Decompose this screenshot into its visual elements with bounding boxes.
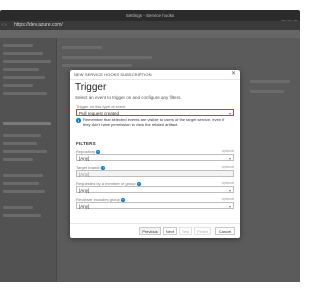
- filters-heading: FILTERS: [76, 141, 96, 146]
- sidebar-item[interactable]: [3, 92, 47, 95]
- close-icon[interactable]: ✕: [230, 71, 237, 78]
- sidebar-item[interactable]: [3, 182, 39, 185]
- reviewer-group-value: [Any]: [79, 204, 90, 209]
- sidebar-item[interactable]: [3, 68, 39, 71]
- chevron-down-icon: ▾: [228, 188, 231, 193]
- dialog-header-title: NEW SERVICE HOOKS SUBSCRIPTION: [74, 72, 152, 77]
- requested-by-group-value: [Any]: [79, 188, 90, 193]
- optional-text: optional: [221, 197, 234, 201]
- target-branch-select: [Any]: [76, 170, 234, 177]
- window-controls: [280, 12, 298, 25]
- sidebar-item[interactable]: [3, 214, 41, 217]
- sidebar-item[interactable]: [3, 76, 45, 79]
- dialog-subtitle: Select an event to trigger on and config…: [75, 95, 182, 100]
- info-icon: i: [76, 118, 81, 123]
- sidebar-item[interactable]: [3, 44, 33, 47]
- sidebar-item[interactable]: [3, 190, 45, 193]
- reviewer-group-select[interactable]: [Any] ▾: [76, 202, 234, 209]
- optional-text: optional: [221, 181, 234, 185]
- sidebar-item[interactable]: [3, 206, 33, 209]
- chevron-down-icon: ▾: [228, 156, 231, 161]
- dialog-footer: Previous Next Test Finish Cancel: [70, 223, 240, 238]
- nav-arrows-icon[interactable]: ‹ ›: [2, 22, 7, 29]
- target-branch-value: [Any]: [79, 172, 90, 177]
- sidebar-item[interactable]: [3, 142, 37, 145]
- info-message: Remember that selected events are visibl…: [83, 117, 225, 127]
- sidebar-item[interactable]: [3, 174, 43, 177]
- test-button[interactable]: Test: [179, 227, 192, 235]
- sidebar-item[interactable]: [3, 134, 41, 137]
- screen: Settings - Service hooks ‹ › https://dev…: [0, 0, 300, 300]
- content-placeholder: [62, 46, 102, 49]
- top-bar: [0, 30, 300, 38]
- event-type-value: Pull request created: [79, 111, 120, 116]
- cancel-button[interactable]: Cancel: [215, 227, 235, 235]
- content-placeholder: [62, 64, 132, 67]
- url-text[interactable]: https://dev.azure.com/: [14, 22, 63, 29]
- event-type-select[interactable]: Pull request created ▾: [76, 109, 234, 116]
- sidebar-item[interactable]: [3, 84, 33, 87]
- dialog-title: Trigger: [75, 82, 107, 93]
- sidebar-item[interactable]: [3, 150, 47, 153]
- new-subscription-dialog: NEW SERVICE HOOKS SUBSCRIPTION ✕ Trigger…: [70, 70, 240, 238]
- sidebar-item[interactable]: [3, 52, 43, 55]
- chevron-down-icon: ▾: [228, 204, 231, 209]
- requested-by-group-select[interactable]: [Any] ▾: [76, 186, 234, 193]
- repository-value: [Any]: [79, 156, 90, 161]
- settings-sidebar: [0, 38, 57, 282]
- finish-button[interactable]: Finish: [194, 227, 211, 235]
- content-placeholder: [62, 56, 152, 59]
- content-placeholder: [250, 80, 290, 83]
- sidebar-item[interactable]: [3, 158, 33, 161]
- optional-text: optional: [221, 165, 234, 169]
- optional-text: optional: [221, 149, 234, 153]
- dialog-header: NEW SERVICE HOOKS SUBSCRIPTION ✕: [70, 70, 240, 80]
- sidebar-item-selected[interactable]: [3, 122, 51, 125]
- sidebar-item[interactable]: [3, 60, 51, 63]
- next-button[interactable]: Next: [163, 227, 177, 235]
- content-placeholder: [250, 90, 284, 93]
- previous-button[interactable]: Previous: [139, 227, 161, 235]
- chevron-down-icon: ▾: [228, 111, 231, 116]
- window-title: Settings - Service hooks: [125, 13, 175, 18]
- repository-select[interactable]: [Any] ▾: [76, 154, 234, 161]
